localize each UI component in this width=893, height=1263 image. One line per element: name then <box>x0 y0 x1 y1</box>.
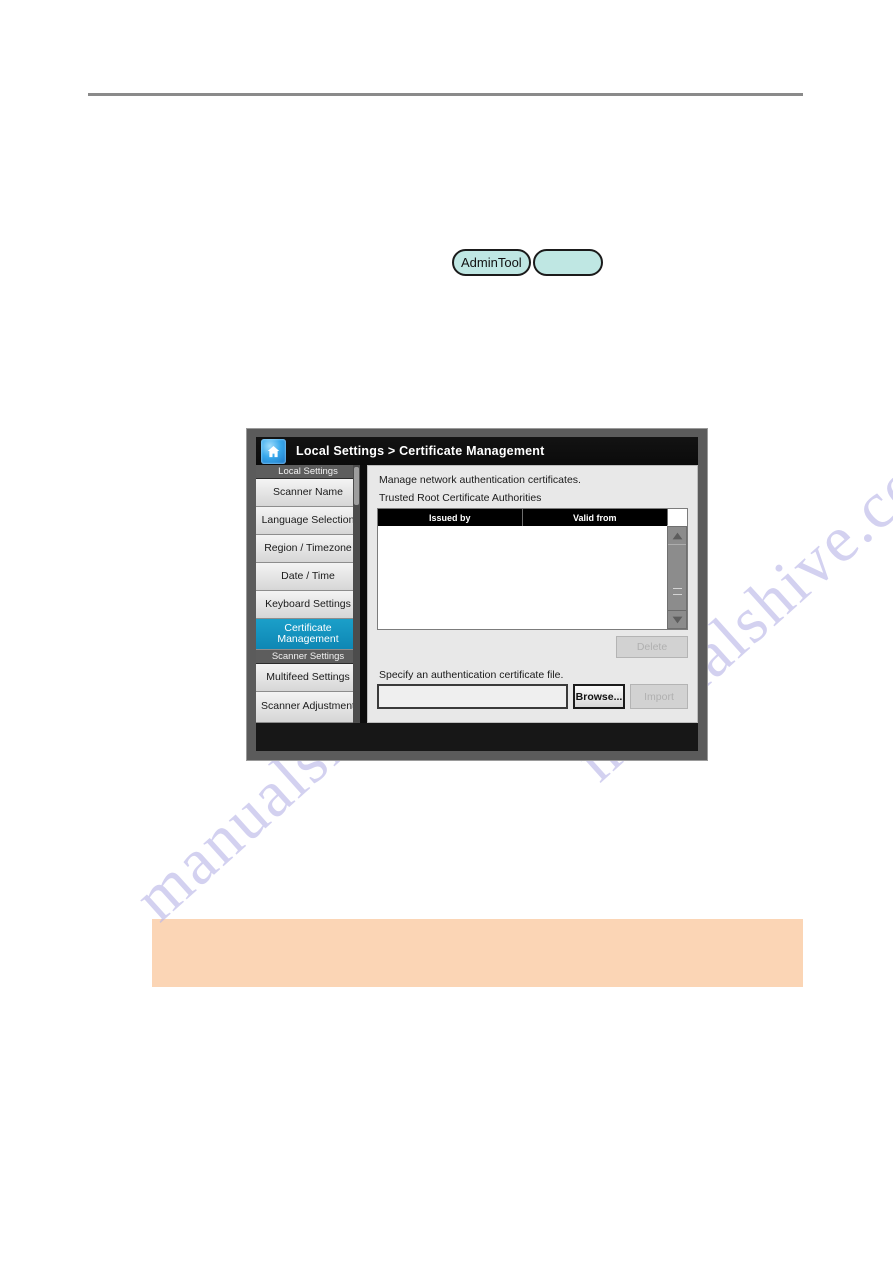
panel-divider <box>360 465 367 723</box>
sidebar-item-multifeed-settings[interactable]: Multifeed Settings <box>256 664 360 692</box>
import-button[interactable]: Import <box>630 684 688 709</box>
sidebar-group-header-scanner-settings: Scanner Settings <box>256 650 360 664</box>
scrollbar-track[interactable] <box>667 526 687 629</box>
touchscreen-bottom-bar <box>256 723 698 751</box>
sidebar-item-scanner-adjustment[interactable]: Scanner Adjustment <box>256 692 360 723</box>
callout-box <box>152 919 803 987</box>
sidebar-scrollbar[interactable] <box>353 465 360 723</box>
blank-pill[interactable] <box>532 249 603 276</box>
titlebar: Local Settings > Certificate Management <box>256 437 698 465</box>
sidebar-scrollbar-thumb[interactable] <box>354 467 359 505</box>
section-label-trusted-root: Trusted Root Certificate Authorities <box>379 492 542 504</box>
certificate-file-path-input[interactable] <box>377 684 568 709</box>
sidebar-item-date-time[interactable]: Date / Time <box>256 563 360 591</box>
scrollbar-corner <box>667 509 687 526</box>
sidebar-item-scanner-name[interactable]: Scanner Name <box>256 479 360 507</box>
sidebar-item-language-selection[interactable]: Language Selection <box>256 507 360 535</box>
file-section: Specify an authentication certificate fi… <box>377 669 688 709</box>
certificate-management-panel: Manage network authentication certificat… <box>367 465 698 723</box>
certificate-table-inner: Issued by Valid from <box>378 509 667 629</box>
delete-row: Delete <box>377 636 688 658</box>
admin-tool-pill[interactable]: AdminTool <box>452 249 531 276</box>
screen-body: Local Settings Scanner Name Language Sel… <box>256 465 698 723</box>
breadcrumb: Local Settings > Certificate Management <box>296 444 545 458</box>
scrollbar-grip-icon <box>672 588 682 595</box>
sidebar-group-header-local-settings: Local Settings <box>256 465 360 479</box>
scanner-touchscreen-frame: Local Settings > Certificate Management … <box>246 428 708 761</box>
scrollbar-thumb[interactable] <box>668 544 686 611</box>
column-header-issued-by: Issued by <box>378 509 523 526</box>
browse-button[interactable]: Browse... <box>573 684 625 709</box>
triangle-down-icon[interactable] <box>668 611 686 628</box>
triangle-up-icon[interactable] <box>668 527 686 544</box>
file-row: Browse... Import <box>377 684 688 709</box>
panel-description: Manage network authentication certificat… <box>379 474 581 486</box>
sidebar-item-keyboard-settings[interactable]: Keyboard Settings <box>256 591 360 619</box>
table-scrollbar[interactable] <box>667 509 687 629</box>
table-body-empty[interactable] <box>378 526 667 629</box>
page-header-rule <box>88 93 803 96</box>
home-icon[interactable] <box>261 438 286 464</box>
sidebar-item-certificate-management[interactable]: Certificate Management <box>256 619 360 650</box>
touchscreen-display: Local Settings > Certificate Management … <box>256 437 698 751</box>
column-header-valid-from: Valid from <box>572 512 617 523</box>
file-instruction-label: Specify an authentication certificate fi… <box>379 669 564 681</box>
delete-button[interactable]: Delete <box>616 636 688 658</box>
admin-tool-pill-row: AdminTool <box>452 249 603 276</box>
table-header-row: Issued by Valid from <box>378 509 667 526</box>
certificate-table: Issued by Valid from <box>377 508 688 630</box>
sidebar-item-region-timezone[interactable]: Region / Timezone <box>256 535 360 563</box>
settings-sidebar: Local Settings Scanner Name Language Sel… <box>256 465 360 723</box>
